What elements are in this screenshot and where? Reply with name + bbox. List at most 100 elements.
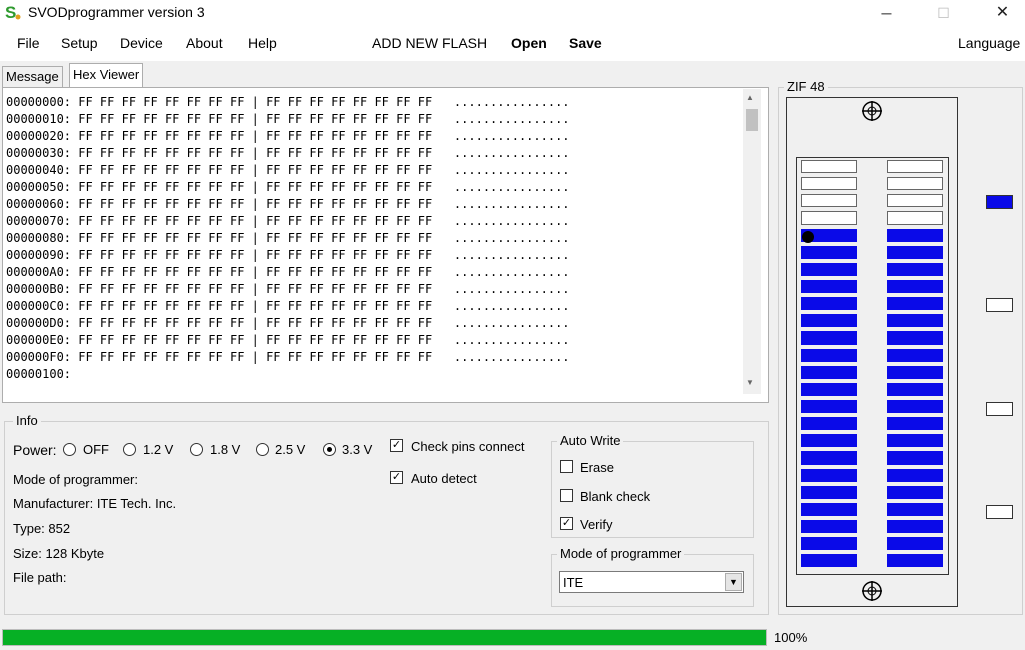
power-radio-2-5v[interactable] (256, 443, 269, 456)
erase-checkbox[interactable] (560, 460, 573, 473)
zif-pin (887, 177, 943, 191)
zif-pin (801, 211, 857, 225)
zif-pin (801, 365, 857, 379)
pin1-marker-icon (802, 231, 814, 243)
indicator-led-4 (986, 505, 1013, 519)
power-option-1-8v: 1.8 V (210, 442, 241, 457)
check-pins-label: Check pins connect (411, 439, 525, 454)
mode-of-programmer-label: Mode of programmer: (13, 472, 138, 487)
zif-pin (801, 177, 857, 191)
scrollbar-thumb[interactable] (746, 109, 758, 131)
hex-line: 00000060: FF FF FF FF FF FF FF FF | FF F… (6, 197, 570, 211)
auto-detect-label: Auto detect (411, 471, 477, 486)
zif-pin (801, 245, 857, 259)
tab-message[interactable]: Message (2, 66, 63, 87)
erase-label: Erase (580, 460, 614, 475)
zif-pin (887, 468, 943, 482)
zif-pin (801, 399, 857, 414)
zif-pin (887, 314, 943, 328)
zif-pin (801, 382, 857, 397)
hex-line: 00000050: FF FF FF FF FF FF FF FF | FF F… (6, 180, 570, 194)
minimize-button[interactable]: ─ (864, 0, 909, 26)
zif-pin (887, 519, 943, 534)
close-button[interactable]: ✕ (980, 0, 1025, 26)
zif-pin (887, 297, 943, 311)
zif-pin (887, 485, 943, 499)
hex-line: 00000030: FF FF FF FF FF FF FF FF | FF F… (6, 146, 570, 160)
screw-top-icon (862, 101, 882, 121)
power-label: Power: (13, 442, 57, 458)
info-group-title: Info (13, 413, 41, 428)
vertical-scrollbar[interactable]: ▲ ▼ (743, 89, 761, 394)
power-option-1-2v: 1.2 V (143, 442, 174, 457)
save-button[interactable]: Save (569, 35, 602, 51)
zif-pin (801, 314, 857, 328)
menu-setup[interactable]: Setup (61, 35, 98, 51)
hex-line: 00000100: (6, 367, 72, 381)
tab-hex-viewer[interactable]: Hex Viewer (69, 63, 144, 87)
scroll-down-arrow-icon[interactable]: ▼ (746, 378, 754, 387)
menu-bar: File Setup Device About Help ADD NEW FLA… (0, 27, 1025, 61)
scroll-up-arrow-icon[interactable]: ▲ (746, 93, 754, 102)
zif-pin (887, 211, 943, 225)
mode-of-programmer-select[interactable]: ITE ▼ (559, 571, 744, 593)
zif-pins-right (887, 160, 943, 571)
zif-pin (801, 485, 857, 499)
hex-dump[interactable]: 00000000: FF FF FF FF FF FF FF FF | FF F… (6, 94, 741, 394)
open-button[interactable]: Open (511, 35, 547, 51)
auto-write-title: Auto Write (557, 433, 624, 448)
hex-line: 00000000: FF FF FF FF FF FF FF FF | FF F… (6, 95, 570, 109)
zif-pin (887, 451, 943, 465)
maximize-button[interactable]: ☐ (921, 0, 966, 26)
hex-line: 000000A0: FF FF FF FF FF FF FF FF | FF F… (6, 265, 570, 279)
window-title: SVODprogrammer version 3 (28, 4, 205, 20)
hex-line: 00000040: FF FF FF FF FF FF FF FF | FF F… (6, 163, 570, 177)
menu-file[interactable]: File (17, 35, 40, 51)
zif-pin (801, 262, 857, 277)
auto-detect-checkbox[interactable]: ✓ (390, 471, 403, 484)
hex-line: 00000070: FF FF FF FF FF FF FF FF | FF F… (6, 214, 570, 228)
zif-pin (887, 348, 943, 362)
power-radio-1-2v[interactable] (123, 443, 136, 456)
power-radio-1-8v[interactable] (190, 443, 203, 456)
hex-line: 000000D0: FF FF FF FF FF FF FF FF | FF F… (6, 316, 570, 330)
zif-pin (887, 382, 943, 397)
verify-checkbox[interactable]: ✓ (560, 517, 573, 530)
menu-device[interactable]: Device (120, 35, 163, 51)
add-new-flash-button[interactable]: ADD NEW FLASH (372, 35, 487, 51)
zif-pins-left (801, 160, 857, 571)
zif-title: ZIF 48 (784, 79, 828, 94)
power-option-off: OFF (83, 442, 109, 457)
zif-pin (887, 228, 943, 242)
zif-pin (801, 519, 857, 534)
zif-pin (801, 160, 857, 174)
manufacturer-text: Manufacturer: ITE Tech. Inc. (13, 496, 177, 511)
screw-bottom-icon (862, 581, 882, 601)
menu-language[interactable]: Language (958, 35, 1020, 51)
menu-help[interactable]: Help (248, 35, 277, 51)
check-pins-checkbox[interactable]: ✓ (390, 439, 403, 452)
indicator-led-3 (986, 402, 1013, 416)
progress-bar (2, 629, 767, 646)
power-radio-off[interactable] (63, 443, 76, 456)
chevron-down-icon[interactable]: ▼ (725, 573, 742, 591)
zif-pin (801, 348, 857, 362)
zif-pin (887, 245, 943, 259)
zif-pin (801, 502, 857, 516)
power-radio-3-3v[interactable] (323, 443, 336, 456)
zif-pin (887, 262, 943, 277)
zif-pin (887, 502, 943, 516)
hex-line: 00000020: FF FF FF FF FF FF FF FF | FF F… (6, 129, 570, 143)
menu-about[interactable]: About (186, 35, 223, 51)
file-path-text: File path: (13, 570, 67, 585)
zif-pin (887, 194, 943, 208)
power-option-2-5v: 2.5 V (275, 442, 306, 457)
blank-check-checkbox[interactable] (560, 489, 573, 502)
hex-line: 000000C0: FF FF FF FF FF FF FF FF | FF F… (6, 299, 570, 313)
zif-pin (801, 468, 857, 482)
zif-pin (801, 297, 857, 311)
zif-pin (887, 434, 943, 448)
zif-pin (887, 365, 943, 379)
progress-percent: 100% (774, 630, 808, 645)
size-text: Size: 128 Kbyte (13, 546, 105, 561)
